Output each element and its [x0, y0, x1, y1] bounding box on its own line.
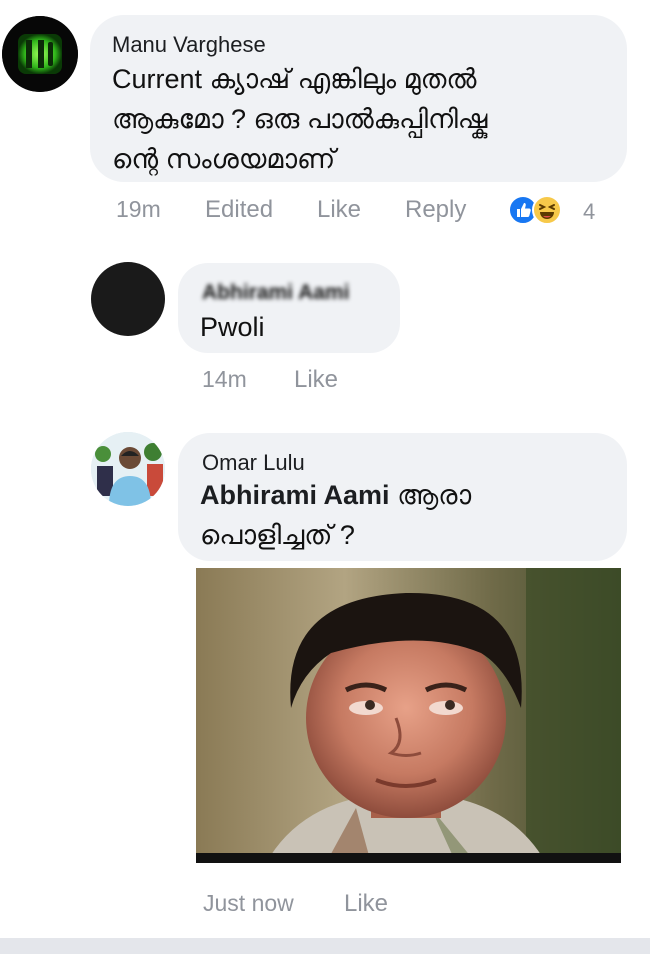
divider: [0, 938, 650, 954]
comment-text-line: Current ക്യാഷ് എങ്കിലും മുതൽ: [112, 64, 477, 94]
comment-text: Pwoli: [200, 312, 265, 342]
comment-author[interactable]: Manu Varghese: [112, 32, 266, 58]
comment-timestamp[interactable]: Just now: [203, 890, 294, 917]
avatar[interactable]: [2, 16, 78, 92]
edited-label[interactable]: Edited: [205, 196, 273, 224]
comment-text-line: പൊളിച്ചത് ?: [200, 520, 355, 550]
person-photo-icon: [91, 432, 165, 506]
comment-bubble: Manu Varghese Current ക്യാഷ് എങ്കിലും മു…: [90, 15, 627, 182]
haha-reaction-icon: [532, 195, 562, 225]
avatar[interactable]: [91, 262, 165, 336]
comment-text-line: Abhirami Aami ആരാ: [200, 475, 471, 515]
like-button[interactable]: Like: [317, 196, 361, 224]
comment-bubble: Omar Lulu Abhirami Aami ആരാ പൊളിച്ചത് ?: [178, 433, 627, 561]
mention-link[interactable]: Abhirami Aami: [200, 480, 390, 510]
comment-image-attachment[interactable]: [196, 568, 621, 863]
reactions-summary[interactable]: 4: [508, 193, 598, 227]
reply-button[interactable]: Reply: [405, 196, 466, 224]
comment-author-redacted[interactable]: Abhirami Aami: [202, 279, 377, 304]
comment-bubble: Abhirami Aami Pwoli: [178, 263, 400, 353]
comment-text: ആരാ: [397, 480, 472, 510]
avatar[interactable]: [91, 432, 165, 506]
comment-author[interactable]: Omar Lulu: [202, 450, 305, 476]
meme-image: [196, 568, 621, 863]
like-button[interactable]: Like: [344, 890, 388, 918]
comment-text-line: ന്റെ സംശയമാണ്: [112, 144, 336, 174]
comment-timestamp[interactable]: 19m: [116, 196, 161, 223]
comment-text-line: ആകുമോ ? ഒരു പാൽകുപ്പിനിഷ്കു: [112, 104, 488, 134]
logo-avatar-icon: [2, 16, 78, 92]
like-button[interactable]: Like: [294, 366, 338, 394]
comment-timestamp[interactable]: 14m: [202, 366, 247, 393]
reaction-count: 4: [583, 199, 596, 224]
